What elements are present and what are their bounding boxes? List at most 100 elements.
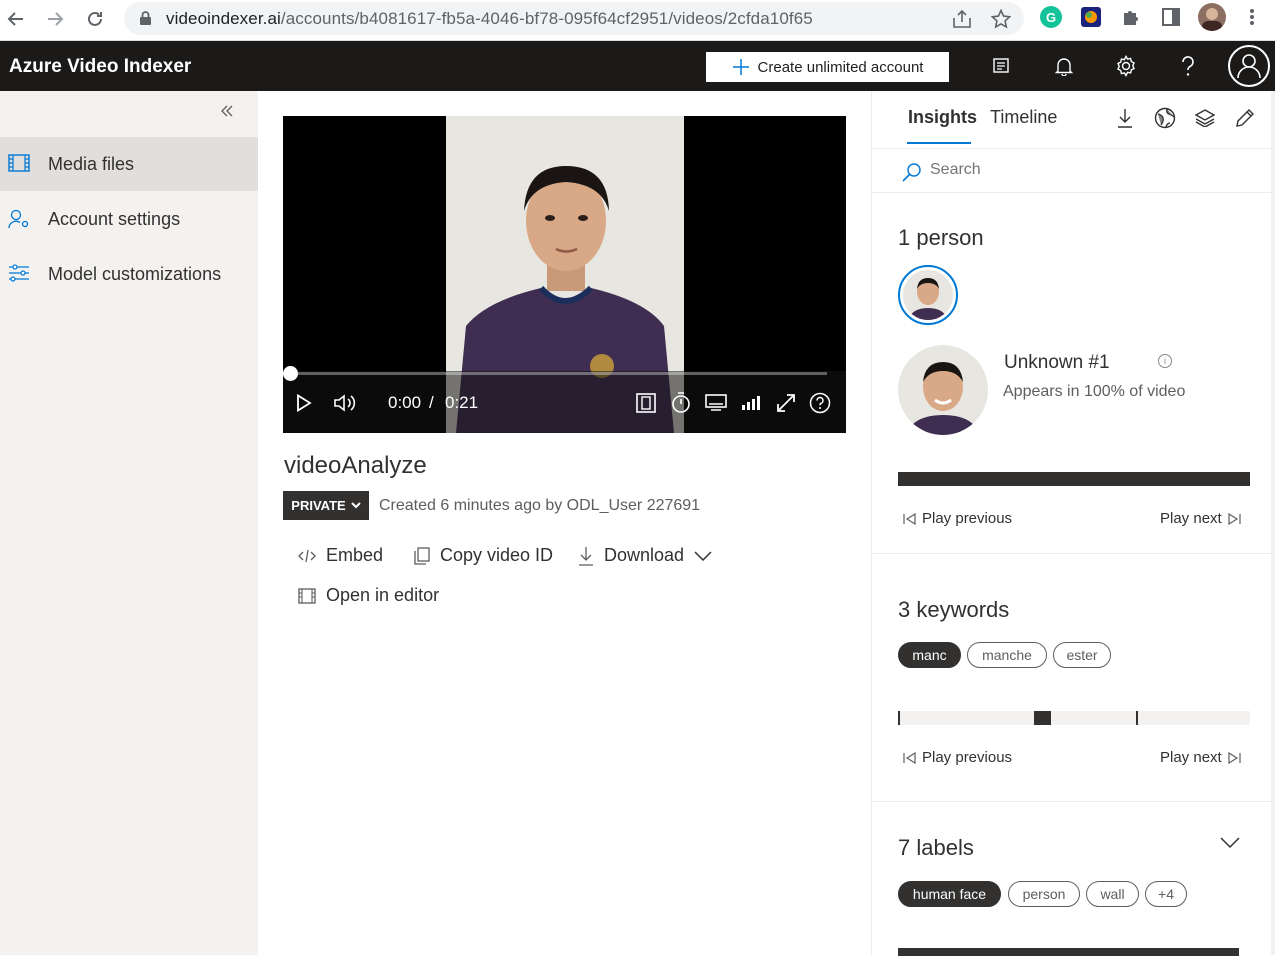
volume-icon[interactable] (333, 391, 357, 415)
back-icon[interactable] (3, 6, 29, 32)
film-icon (8, 154, 30, 174)
download-insights-icon[interactable] (1113, 106, 1137, 130)
section-divider (872, 801, 1275, 813)
scrollbar[interactable] (1271, 91, 1275, 955)
timeline-marker (1034, 711, 1051, 725)
playback-speed-icon[interactable] (669, 391, 693, 415)
film-editor-icon (298, 587, 316, 604)
play-icon[interactable] (292, 391, 316, 415)
edit-pencil-icon[interactable] (1233, 106, 1257, 130)
embed-button[interactable]: Embed (298, 545, 383, 566)
current-time: 0:00 (388, 393, 422, 412)
quality-icon[interactable] (739, 391, 763, 415)
more-menu-icon[interactable] (1240, 5, 1264, 29)
collapse-sidebar-icon[interactable] (220, 104, 240, 124)
tab-timeline[interactable]: Timeline (990, 107, 1057, 128)
globe-language-icon[interactable] (1153, 106, 1177, 130)
captions-icon[interactable] (704, 391, 728, 415)
keyword-pill[interactable]: manc (898, 642, 961, 668)
person-name[interactable]: Unknown #1 (1004, 352, 1110, 374)
video-player[interactable]: 0:00 / 0:21 (283, 116, 846, 433)
url-text: videoindexer.ai/accounts/b4081617-fb5a-4… (166, 9, 813, 28)
svg-text:G: G (1046, 10, 1056, 25)
extension-color-icon[interactable] (1079, 5, 1103, 29)
app-header: Azure Video Indexer Create unlimited acc… (0, 41, 1275, 91)
person-play-next[interactable]: Play next (1160, 510, 1241, 527)
privacy-label: PRIVATE (291, 498, 346, 513)
time-separator: / (429, 393, 434, 412)
download-dropdown[interactable]: Download (578, 545, 712, 566)
keyword-play-previous[interactable]: Play previous (903, 749, 1012, 766)
privacy-dropdown[interactable]: PRIVATE (283, 491, 369, 520)
keyword-timeline-bar[interactable] (898, 711, 1250, 725)
chevron-down-icon[interactable] (1220, 837, 1240, 849)
sidebar-item-model-customizations[interactable]: Model customizations (0, 247, 258, 301)
sidebar-item-label: Account settings (48, 209, 181, 229)
keyword-pill[interactable]: manche (967, 642, 1047, 668)
tab-insights[interactable]: Insights (908, 107, 977, 128)
label-pill[interactable]: human face (898, 881, 1001, 907)
forward-icon[interactable] (42, 6, 68, 32)
skip-previous-icon (903, 751, 916, 764)
sidebar: Media files Account settings Model custo… (0, 91, 258, 955)
open-in-editor-button[interactable]: Open in editor (298, 585, 439, 606)
person-play-previous[interactable]: Play previous (903, 510, 1012, 527)
insights-search (872, 148, 1275, 193)
label-pill[interactable]: +4 (1145, 881, 1187, 907)
puzzle-icon[interactable] (1119, 5, 1143, 29)
sidebar-item-label: Media files (48, 154, 135, 174)
sidebar-item-media-files[interactable]: Media files (0, 137, 258, 191)
lock-icon (140, 11, 151, 25)
active-tab-indicator (907, 142, 971, 144)
reload-icon[interactable] (82, 6, 108, 32)
keyword-play-next[interactable]: Play next (1160, 749, 1241, 766)
insights-panel: Insights Timeline 1 person Unknown #1 i … (871, 91, 1275, 956)
user-account-icon[interactable] (1228, 45, 1270, 87)
create-account-button[interactable]: Create unlimited account (706, 52, 949, 82)
layers-icon[interactable] (1193, 106, 1217, 130)
play-next-label: Play next (1160, 749, 1222, 766)
search-input[interactable] (930, 161, 1230, 179)
person-avatar (898, 345, 988, 435)
notes-icon[interactable] (985, 50, 1017, 82)
play-previous-label: Play previous (922, 749, 1013, 766)
play-previous-label: Play previous (922, 510, 1013, 527)
embed-label: Embed (326, 545, 384, 565)
skip-next-icon (1228, 751, 1241, 764)
seek-bar[interactable] (290, 372, 827, 375)
keywords-section-title: 3 keywords (898, 597, 1010, 622)
people-section-title: 1 person (898, 225, 984, 250)
share-icon[interactable] (950, 7, 974, 31)
copy-video-id-button[interactable]: Copy video ID (414, 545, 553, 566)
sidebar-item-account-settings[interactable]: Account settings (0, 192, 258, 246)
person-timeline-bar[interactable] (898, 472, 1250, 486)
search-icon (902, 162, 922, 182)
star-icon[interactable] (989, 7, 1013, 31)
person-appearance: Appears in 100% of video (1003, 383, 1186, 400)
timeline-marker (1136, 711, 1138, 725)
settings-gear-icon[interactable] (1110, 50, 1142, 82)
label-pill[interactable]: wall (1086, 881, 1139, 907)
person-thumbnail[interactable] (898, 265, 958, 325)
copy-video-id-label: Copy video ID (440, 545, 554, 565)
address-bar[interactable]: videoindexer.ai/accounts/b4081617-fb5a-4… (124, 2, 1024, 35)
info-icon[interactable]: i (1158, 354, 1172, 368)
chevron-down-icon (694, 550, 712, 561)
fullscreen-icon[interactable] (774, 391, 798, 415)
labels-section-title: 7 labels (898, 835, 974, 860)
grammarly-icon[interactable]: G (1039, 5, 1063, 29)
timeline-marker (898, 711, 900, 725)
profile-avatar[interactable] (1198, 3, 1226, 31)
sidepanel-icon[interactable] (1159, 5, 1183, 29)
play-next-label: Play next (1160, 510, 1222, 527)
browser-toolbar: videoindexer.ai/accounts/b4081617-fb5a-4… (0, 0, 1275, 41)
seek-handle[interactable] (283, 366, 298, 381)
help-icon[interactable] (1172, 50, 1204, 82)
keyword-pill[interactable]: ester (1053, 642, 1111, 668)
bell-icon[interactable] (1048, 50, 1080, 82)
player-help-icon[interactable] (808, 391, 832, 415)
user-settings-icon (8, 209, 30, 229)
label-pill[interactable]: person (1008, 881, 1080, 907)
portrait-mode-icon[interactable] (634, 391, 658, 415)
chevron-down-icon (350, 502, 361, 509)
